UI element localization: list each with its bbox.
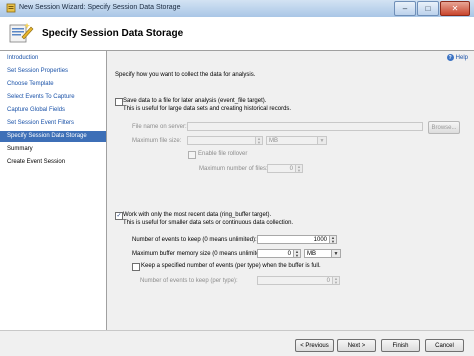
- maximize-button[interactable]: □: [417, 1, 439, 16]
- max-files-label: Maximum number of files:: [199, 166, 268, 172]
- per-type-spinner[interactable]: ▲ ▼: [333, 276, 340, 285]
- window-controls: – □ ✕: [394, 1, 470, 16]
- enable-rollover-label: Enable file rollover: [198, 151, 248, 157]
- nav-item-introduction[interactable]: Introduction: [0, 53, 106, 64]
- events-to-keep-label: Number of events to keep (0 means unlimi…: [132, 237, 257, 243]
- nav-item-choose-template[interactable]: Choose Template: [0, 79, 106, 90]
- intro-text: Specify how you want to collect the data…: [115, 72, 256, 78]
- max-files-field[interactable]: 0: [267, 164, 296, 173]
- nav-item-label: Select Events To Capture: [7, 94, 75, 100]
- title-bar: New Session Wizard: Specify Session Data…: [0, 0, 474, 18]
- save-to-file-label: Save data to a file for later analysis (…: [123, 98, 267, 104]
- nav-item-label: Specify Session Data Storage: [7, 133, 87, 139]
- ring-buffer-checkbox[interactable]: ✓: [115, 212, 123, 220]
- nav-item-label: Summary: [7, 146, 33, 152]
- nav-item-summary: Summary: [0, 144, 106, 155]
- per-type-label: Number of events to keep (per type):: [140, 278, 238, 284]
- enable-rollover-checkbox[interactable]: [188, 151, 196, 159]
- max-files-spinner[interactable]: ▲ ▼: [296, 164, 303, 173]
- file-name-label: File name on server:: [132, 124, 187, 130]
- nav-item-specify-data-storage[interactable]: Specify Session Data Storage: [0, 131, 106, 142]
- file-name-field[interactable]: [187, 122, 423, 131]
- minimize-button[interactable]: –: [394, 1, 416, 16]
- save-to-file-description: This is useful for large data sets and c…: [123, 106, 292, 112]
- cancel-button[interactable]: Cancel: [425, 339, 464, 352]
- nav-item-label: Capture Global Fields: [7, 107, 66, 113]
- nav-item-label: Set Session Properties: [7, 68, 69, 74]
- browse-button[interactable]: Browse...: [428, 121, 460, 134]
- max-file-size-field[interactable]: [187, 136, 256, 145]
- nav-item-label: Set Session Event Filters: [7, 120, 75, 126]
- max-buffer-memory-spinner[interactable]: ▲ ▼: [294, 249, 301, 258]
- wizard-nav: Introduction Set Session Properties Choo…: [0, 51, 107, 330]
- max-buffer-memory-unit-select[interactable]: MB: [304, 249, 332, 258]
- wizard-window: New Session Wizard: Specify Session Data…: [0, 0, 474, 356]
- nav-item-label: Introduction: [7, 55, 39, 61]
- ring-buffer-description: This is useful for smaller data sets or …: [123, 220, 294, 226]
- per-type-field[interactable]: 0: [257, 276, 333, 285]
- max-buffer-memory-label: Maximum buffer memory size (0 means unli…: [132, 251, 267, 257]
- save-to-file-checkbox[interactable]: [115, 98, 123, 106]
- nav-item-label: Choose Template: [7, 81, 54, 87]
- close-button[interactable]: ✕: [440, 1, 470, 16]
- page-header: Specify Session Data Storage: [0, 17, 474, 51]
- page-title: Specify Session Data Storage: [42, 28, 184, 39]
- nav-item-capture-global-fields[interactable]: Capture Global Fields: [0, 105, 106, 116]
- max-file-size-unit-select[interactable]: MB: [266, 136, 318, 145]
- ring-buffer-label: Work with only the most recent data (rin…: [123, 212, 272, 218]
- finish-button[interactable]: Finish: [381, 339, 420, 352]
- keep-per-type-checkbox[interactable]: [132, 263, 140, 271]
- events-to-keep-spinner[interactable]: ▲ ▼: [330, 235, 337, 244]
- previous-button[interactable]: < Previous: [295, 339, 334, 352]
- keep-per-type-label: Keep a specified number of events (per t…: [141, 263, 321, 269]
- max-file-size-label: Maximum file size:: [132, 138, 182, 144]
- nav-item-label: Create Event Session: [7, 159, 66, 165]
- next-button[interactable]: Next >: [337, 339, 376, 352]
- chevron-down-icon[interactable]: ▼: [332, 249, 341, 258]
- nav-item-select-events[interactable]: Select Events To Capture: [0, 92, 106, 103]
- app-icon: [6, 3, 16, 13]
- help-icon: ?: [446, 54, 454, 61]
- nav-item-set-event-filters[interactable]: Set Session Event Filters: [0, 118, 106, 129]
- events-to-keep-field[interactable]: 1000: [257, 235, 330, 244]
- help-link[interactable]: ? Help: [446, 54, 468, 61]
- chevron-down-icon[interactable]: ▼: [318, 136, 327, 145]
- wizard-icon: [9, 23, 34, 43]
- content-panel: ? Help Specify how you want to collect t…: [107, 51, 474, 330]
- nav-item-set-session-properties[interactable]: Set Session Properties: [0, 66, 106, 77]
- wizard-footer: < Previous Next > Finish Cancel: [0, 330, 474, 356]
- help-label: Help: [455, 54, 468, 61]
- max-file-size-spinner[interactable]: ▲ ▼: [256, 136, 263, 145]
- window-title: New Session Wizard: Specify Session Data…: [19, 4, 181, 11]
- max-buffer-memory-field[interactable]: 0: [257, 249, 294, 258]
- nav-item-create-event-session: Create Event Session: [0, 157, 106, 168]
